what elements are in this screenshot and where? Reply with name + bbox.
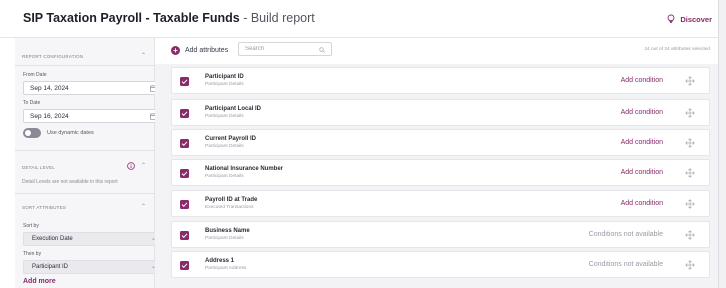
add-attributes-button[interactable]: + Add attributes <box>171 46 228 55</box>
drag-handle-icon[interactable] <box>685 230 695 240</box>
checkmark-icon <box>181 233 188 239</box>
checkmark-icon <box>181 202 188 208</box>
attribute-checkbox[interactable] <box>180 109 189 118</box>
attribute-category: Participant Address <box>205 266 247 271</box>
drag-handle-icon[interactable] <box>685 199 695 209</box>
divider <box>15 65 155 66</box>
divider <box>15 193 155 194</box>
dynamic-dates-label: Use dynamic dates <box>47 130 94 136</box>
drag-handle-icon[interactable] <box>685 168 695 178</box>
attribute-checkbox[interactable] <box>180 200 189 209</box>
attribute-name: National Insurance Number <box>205 166 284 172</box>
add-attributes-label: Add attributes <box>185 47 229 54</box>
lightbulb-icon <box>667 14 675 24</box>
chevron-up-icon[interactable]: ⌃ <box>141 52 146 59</box>
attribute-category: Participant Details <box>205 174 244 179</box>
attribute-checkbox[interactable] <box>180 261 189 270</box>
sort-by-label: Sort by <box>23 223 39 229</box>
attribute-category: Participant Details <box>205 236 244 241</box>
section-heading-detail-level: DETAIL LEVEL <box>22 165 55 170</box>
window-edge <box>718 0 726 288</box>
attributes-panel: + Add attributes 24 out of 24 attributes… <box>155 38 718 288</box>
checkmark-icon <box>181 141 188 147</box>
chevron-up-icon[interactable]: ⌃ <box>141 162 146 169</box>
add-condition-link[interactable]: Add condition <box>621 77 663 84</box>
add-more-link[interactable]: Add more <box>23 278 56 285</box>
attributes-toolbar: + Add attributes 24 out of 24 attributes… <box>155 38 718 64</box>
attribute-row[interactable]: Participant Local ID Participant Details… <box>171 99 710 126</box>
drag-handle-icon[interactable] <box>685 76 695 86</box>
sort-by-value: Execution Date <box>32 236 73 242</box>
attribute-category: Participant Details <box>205 114 244 119</box>
sidebar: REPORT CONFIGURATION ⌃ From Date Sep 14,… <box>15 38 162 288</box>
attribute-row[interactable]: Current Payroll ID Participant Details A… <box>171 129 710 156</box>
attribute-name: Business Name <box>205 228 250 234</box>
chevron-up-icon[interactable]: ⌃ <box>141 203 146 210</box>
then-by-select[interactable]: Participant ID ⌄ <box>23 260 162 274</box>
report-name: SIP Taxation Payroll - Taxable Funds <box>23 11 240 25</box>
from-date-value: Sep 14, 2024 <box>30 85 69 92</box>
add-condition-link[interactable]: Add condition <box>621 109 663 116</box>
attribute-name: Participant Local ID <box>205 106 262 112</box>
plus-circle-icon: + <box>171 46 180 55</box>
conditions-unavailable-text: Conditions not available <box>588 261 663 268</box>
attribute-row[interactable]: Business Name Participant Details Condit… <box>171 221 710 248</box>
checkmark-icon <box>181 263 188 269</box>
checkmark-icon <box>181 79 188 85</box>
add-condition-link[interactable]: Add condition <box>621 169 663 176</box>
checkmark-icon <box>181 111 188 117</box>
attribute-checkbox[interactable] <box>180 77 189 86</box>
from-date-input[interactable]: Sep 14, 2024 <box>23 81 162 95</box>
search-icon <box>319 47 325 53</box>
to-date-input[interactable]: Sep 16, 2024 <box>23 109 162 123</box>
conditions-unavailable-text: Conditions not available <box>588 231 663 238</box>
divider <box>15 150 155 151</box>
detail-level-note: Detail Levels are not available in this … <box>22 179 118 185</box>
page-subtitle: - Build report <box>239 11 315 25</box>
attribute-checkbox[interactable] <box>180 169 189 178</box>
attribute-row[interactable]: Participant ID Participant Details Add c… <box>171 67 710 94</box>
drag-handle-icon[interactable] <box>685 260 695 270</box>
sort-by-select[interactable]: Execution Date ⌄ <box>23 232 162 246</box>
section-heading-sort-attributes: SORT ATTRIBUTES <box>22 205 67 210</box>
attribute-category: Executed Transactions <box>205 205 254 210</box>
attribute-checkbox[interactable] <box>180 231 189 240</box>
info-icon[interactable] <box>127 162 135 170</box>
then-by-value: Participant ID <box>32 264 69 270</box>
page-title: SIP Taxation Payroll - Taxable Funds - B… <box>23 11 315 25</box>
to-date-value: Sep 16, 2024 <box>30 113 69 120</box>
page-header: SIP Taxation Payroll - Taxable Funds - B… <box>0 0 718 38</box>
checkmark-icon <box>181 171 188 177</box>
drag-handle-icon[interactable] <box>685 138 695 148</box>
attribute-checkbox[interactable] <box>180 139 189 148</box>
attribute-name: Participant ID <box>205 74 244 80</box>
drag-handle-icon[interactable] <box>685 108 695 118</box>
discover-label: Discover <box>680 14 712 24</box>
attribute-row[interactable]: National Insurance Number Participant De… <box>171 159 710 186</box>
attribute-row[interactable]: Payroll ID at Trade Executed Transaction… <box>171 190 710 217</box>
dynamic-dates-toggle[interactable] <box>23 128 41 138</box>
attribute-name: Current Payroll ID <box>205 136 257 142</box>
attribute-category: Participant Details <box>205 144 244 149</box>
then-by-label: Then by <box>23 251 42 257</box>
selected-count: 24 out of 24 attributes selected <box>644 47 710 52</box>
section-heading-report-configuration: REPORT CONFIGURATION <box>22 54 84 59</box>
search-input[interactable] <box>238 42 332 56</box>
attribute-category: Participant Details <box>205 82 244 87</box>
add-condition-link[interactable]: Add condition <box>621 139 663 146</box>
attribute-name: Address 1 <box>205 258 235 264</box>
attribute-name: Payroll ID at Trade <box>205 197 258 203</box>
to-date-label: To Date <box>23 100 41 106</box>
add-condition-link[interactable]: Add condition <box>621 200 663 207</box>
attribute-row[interactable]: Address 1 Participant Address Conditions… <box>171 251 710 278</box>
discover-button[interactable]: Discover <box>666 14 712 24</box>
from-date-label: From Date <box>23 72 47 78</box>
